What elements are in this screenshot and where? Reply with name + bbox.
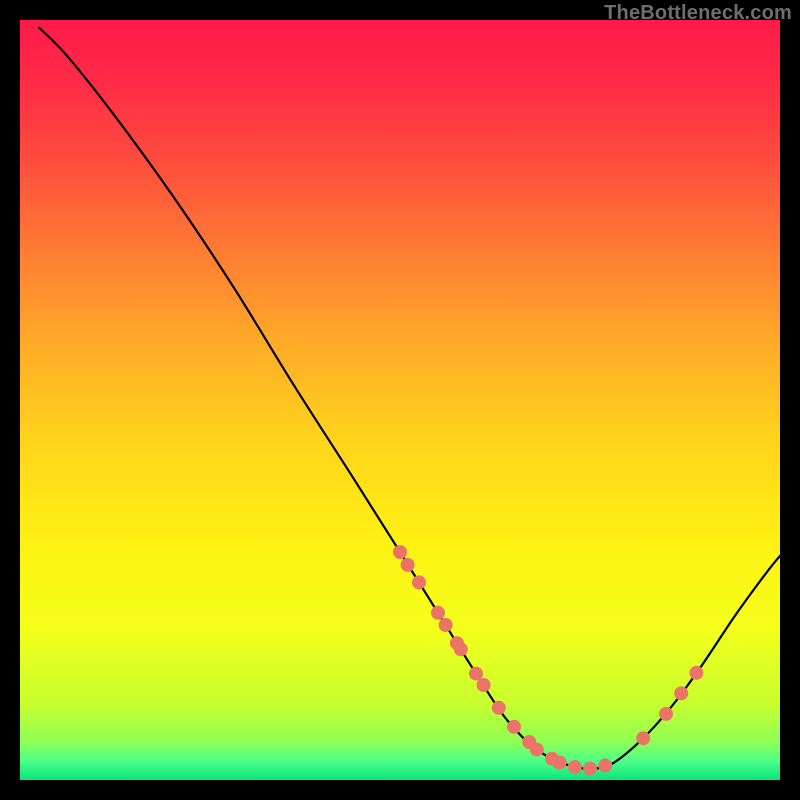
data-marker: [469, 667, 483, 681]
chart-root: { "watermark": "TheBottleneck.com", "col…: [0, 0, 800, 800]
data-marker: [636, 731, 650, 745]
data-marker: [674, 686, 688, 700]
data-marker: [568, 760, 582, 774]
data-marker: [431, 606, 445, 620]
data-marker: [659, 707, 673, 721]
data-marker: [412, 575, 426, 589]
data-marker: [477, 678, 491, 692]
data-marker: [454, 642, 468, 656]
data-marker: [401, 558, 415, 572]
data-marker: [530, 743, 544, 757]
data-marker: [553, 756, 567, 770]
data-marker: [507, 720, 521, 734]
data-marker: [689, 666, 703, 680]
bottleneck-curve-chart: [20, 20, 780, 780]
plot-area: [20, 20, 780, 780]
data-marker: [492, 701, 506, 715]
data-marker: [598, 759, 612, 773]
data-marker: [393, 545, 407, 559]
data-marker: [583, 762, 597, 776]
data-marker: [439, 618, 453, 632]
gradient-background: [20, 20, 780, 780]
